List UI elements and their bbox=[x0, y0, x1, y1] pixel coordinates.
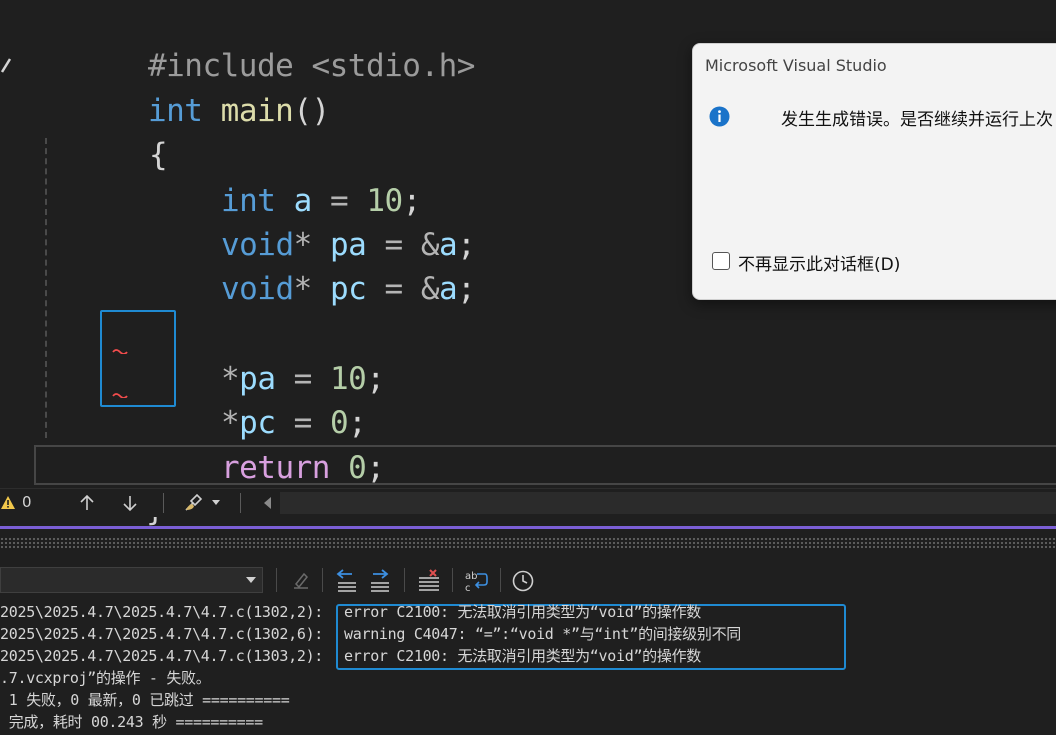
svg-text:c: c bbox=[465, 583, 471, 594]
clear-all-icon[interactable] bbox=[416, 568, 442, 594]
toolbar-separator bbox=[452, 568, 453, 592]
clock-icon[interactable] bbox=[510, 568, 536, 594]
code-line-1[interactable]: #include <stdio.h> bbox=[39, 0, 475, 84]
horizontal-scrollbar[interactable] bbox=[264, 492, 1056, 514]
code-line-8[interactable]: *pc = 0; bbox=[112, 357, 367, 441]
dialog-title: Microsoft Visual Studio bbox=[705, 56, 887, 75]
code-token: void bbox=[220, 271, 294, 307]
code-token: main bbox=[220, 93, 294, 129]
build-error-dialog: Microsoft Visual Studio 发生生成错误。是否继续并运行上次… bbox=[692, 43, 1056, 300]
editor-status-bar: 0 bbox=[0, 488, 1056, 517]
toolbar-separator bbox=[500, 568, 501, 592]
code-token: () bbox=[293, 93, 330, 129]
edit-marker-icon bbox=[0, 58, 12, 73]
code-line-5[interactable]: void* pa = &a; bbox=[112, 179, 476, 263]
chevron-down-icon bbox=[246, 577, 256, 583]
previous-message-icon[interactable] bbox=[334, 568, 360, 594]
arrow-down-icon[interactable] bbox=[121, 493, 139, 513]
code-token: a bbox=[438, 271, 458, 307]
error-message[interactable]: error C2100: 无法取消引用类型为“void”的操作数 bbox=[344, 645, 701, 667]
toolbar-separator bbox=[240, 493, 241, 513]
next-message-icon[interactable] bbox=[367, 568, 393, 594]
output-source-dropdown[interactable] bbox=[0, 567, 263, 593]
code-token: ; bbox=[457, 271, 476, 307]
visual-studio-window: #include <stdio.h> int main() { int a = … bbox=[0, 0, 1056, 735]
output-line: 完成，耗时 00.243 秒 ========== bbox=[0, 713, 263, 731]
scroll-left-icon[interactable] bbox=[262, 496, 274, 510]
toolbar-separator bbox=[322, 568, 323, 592]
panel-accent-line bbox=[0, 526, 1056, 529]
toolbar-separator bbox=[276, 568, 277, 592]
warning-message[interactable]: warning C4047: “=”:“void *”与“int”的间接级别不同 bbox=[344, 623, 741, 645]
toolbar-separator bbox=[163, 493, 164, 513]
error-message[interactable]: error C2100: 无法取消引用类型为“void”的操作数 bbox=[344, 601, 701, 623]
output-pane[interactable]: 2025\2025.4.7\2025.4.7\4.7.c(1302,2): 20… bbox=[0, 601, 1056, 735]
dont-show-again-checkbox[interactable] bbox=[712, 252, 730, 270]
brush-icon[interactable] bbox=[183, 493, 207, 513]
code-line-2[interactable]: int main() bbox=[39, 45, 330, 129]
warning-count[interactable]: 0 bbox=[22, 493, 32, 511]
code-line-6[interactable]: void* pc = &a; bbox=[112, 223, 476, 307]
output-line: 2025\2025.4.7\2025.4.7\4.7.c(1302,6): bbox=[0, 625, 324, 643]
code-token: = bbox=[366, 271, 421, 307]
arrow-up-icon[interactable] bbox=[78, 493, 96, 513]
output-line: 1 失败，0 最新，0 已跳过 ========== bbox=[0, 691, 290, 709]
code-line-3[interactable]: { bbox=[40, 89, 168, 173]
splitter-grip[interactable] bbox=[0, 537, 1056, 549]
dont-show-again-label[interactable]: 不再显示此对话框(D) bbox=[738, 250, 900, 275]
current-line-highlight bbox=[34, 445, 1056, 485]
code-token: pc bbox=[329, 271, 367, 307]
output-line: 2025\2025.4.7\2025.4.7\4.7.c(1303,2): bbox=[0, 647, 324, 665]
code-token: ; bbox=[366, 361, 385, 397]
chevron-down-icon[interactable] bbox=[211, 499, 221, 507]
find-message-icon[interactable] bbox=[288, 568, 314, 594]
toolbar-separator bbox=[404, 568, 405, 592]
code-line-9[interactable]: return 0; bbox=[112, 402, 385, 486]
code-line-4[interactable]: int a = 10; bbox=[112, 135, 421, 219]
word-wrap-icon[interactable]: ab c bbox=[463, 568, 489, 594]
warning-icon[interactable] bbox=[0, 495, 16, 511]
output-line: .7.vcxproj”的操作 - 失败。 bbox=[0, 669, 211, 687]
code-token: * bbox=[293, 271, 313, 307]
code-line-7[interactable]: *pa = 10; bbox=[112, 313, 385, 397]
code-line-10[interactable]: } bbox=[37, 444, 165, 528]
output-line: 2025\2025.4.7\2025.4.7\4.7.c(1302,2): bbox=[0, 603, 324, 621]
info-icon bbox=[709, 106, 730, 127]
dialog-message: 发生生成错误。是否继续并运行上次 bbox=[781, 110, 1053, 130]
svg-text:ab: ab bbox=[465, 571, 477, 582]
error-squiggle bbox=[112, 349, 128, 354]
error-squiggle bbox=[112, 393, 128, 398]
output-toolbar: ab c bbox=[0, 560, 1056, 600]
code-token: & bbox=[420, 271, 440, 307]
